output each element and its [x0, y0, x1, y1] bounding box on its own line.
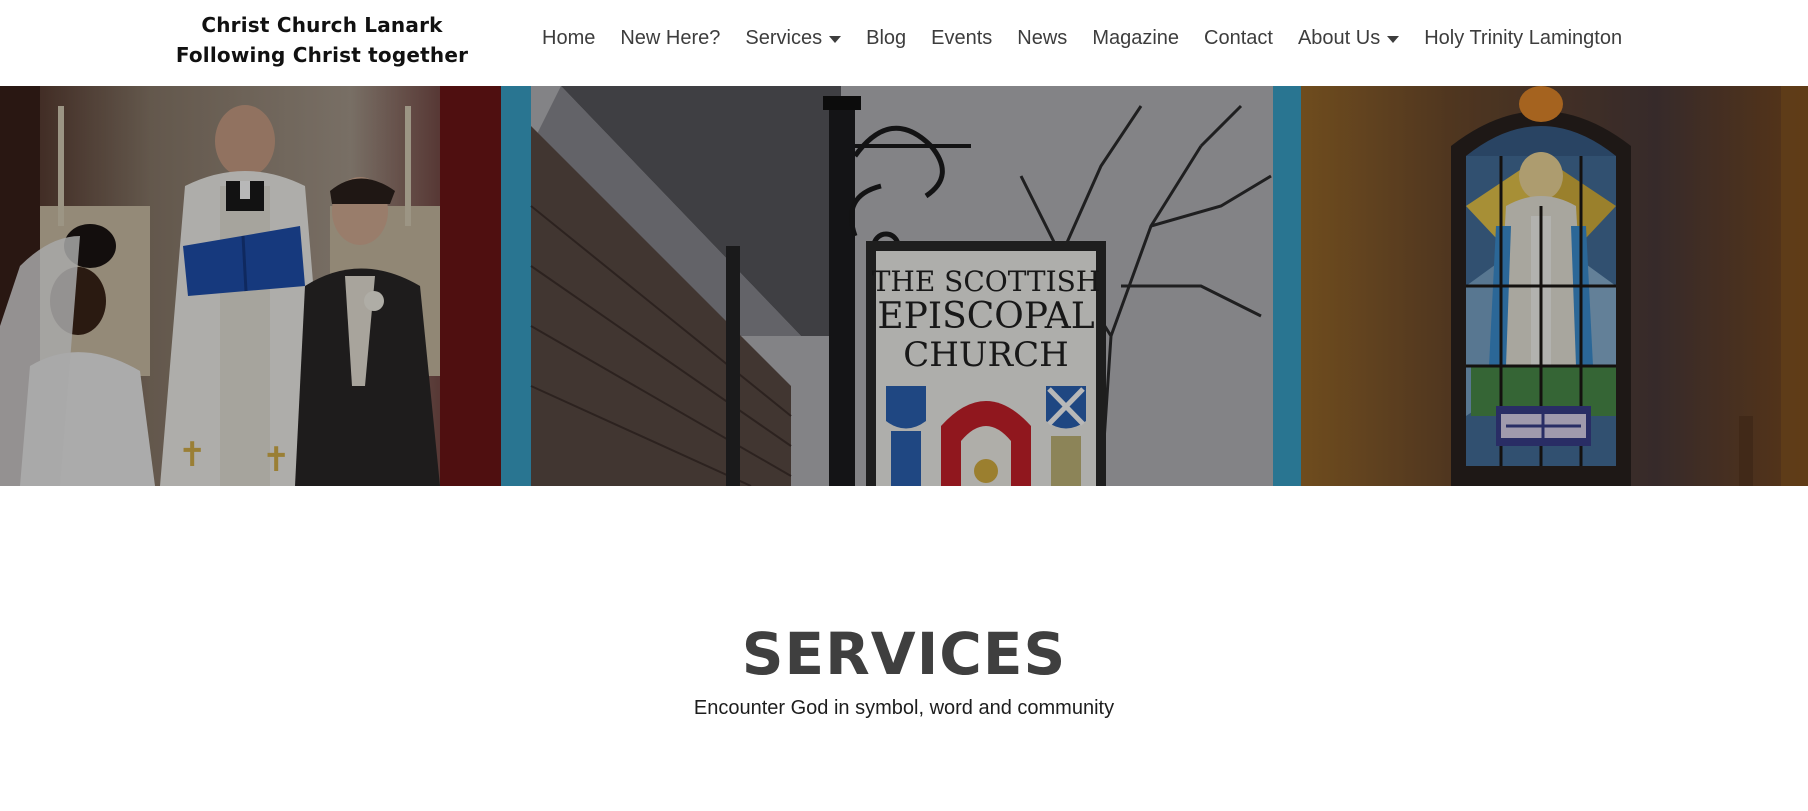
nav-item-about-us[interactable]: About Us — [1298, 27, 1400, 50]
site-tagline[interactable]: Following Christ together — [172, 40, 472, 70]
nav-item-label[interactable]: Events — [931, 27, 992, 50]
church-sign-image: THE SCOTTISH EPISCOPAL CHURCH — [501, 86, 1301, 486]
nav-item-new-here[interactable]: New Here? — [620, 27, 720, 50]
nav-item-label[interactable]: About Us — [1298, 27, 1380, 50]
caret-down-icon[interactable] — [829, 35, 842, 43]
sign-text-line3: CHURCH — [903, 335, 1069, 375]
hero-banner: ✝ ✝ THE SCOTTISH EPISCOPAL CHURCH — [0, 86, 1808, 486]
nav-item-magazine[interactable]: Magazine — [1092, 27, 1179, 50]
services-section: SERVICES Encounter God in symbol, word a… — [0, 486, 1808, 811]
sign-text-line2: EPISCOPAL — [877, 296, 1094, 337]
caret-down-icon[interactable] — [1387, 35, 1400, 43]
svg-text:✝: ✝ — [262, 440, 291, 480]
main-navigation: Home New Here? Services Blog Events News… — [542, 22, 1622, 54]
nav-item-label[interactable]: Services — [745, 27, 822, 50]
sign-text-line1: THE SCOTTISH — [872, 265, 1101, 298]
nav-item-holy-trinity-lamington[interactable]: Holy Trinity Lamington — [1424, 27, 1622, 50]
site-brand[interactable]: Christ Church Lanark Following Christ to… — [172, 10, 472, 70]
nav-item-label[interactable]: Holy Trinity Lamington — [1424, 27, 1622, 50]
nav-item-label[interactable]: Magazine — [1092, 27, 1179, 50]
page-subtitle: Encounter God in symbol, word and commun… — [693, 697, 1115, 719]
nav-item-label[interactable]: New Here? — [620, 27, 720, 50]
site-header: Christ Church Lanark Following Christ to… — [0, 0, 1808, 86]
wedding-ceremony-image: ✝ ✝ — [0, 86, 501, 486]
stained-glass-window-image — [1301, 86, 1808, 486]
nav-item-news[interactable]: News — [1017, 27, 1067, 50]
nav-item-label[interactable]: News — [1017, 27, 1067, 50]
nav-item-blog[interactable]: Blog — [866, 27, 906, 50]
nav-item-events[interactable]: Events — [931, 27, 992, 50]
nav-item-services[interactable]: Services — [745, 27, 842, 50]
nav-item-home[interactable]: Home — [542, 27, 595, 50]
svg-text:✝: ✝ — [178, 435, 207, 475]
nav-item-label[interactable]: Home — [542, 27, 595, 50]
site-title[interactable]: Christ Church Lanark — [172, 10, 472, 40]
nav-item-label[interactable]: Contact — [1204, 27, 1273, 50]
nav-item-label[interactable]: Blog — [866, 27, 906, 50]
page-title: SERVICES — [741, 620, 1067, 688]
nav-item-contact[interactable]: Contact — [1204, 27, 1273, 50]
